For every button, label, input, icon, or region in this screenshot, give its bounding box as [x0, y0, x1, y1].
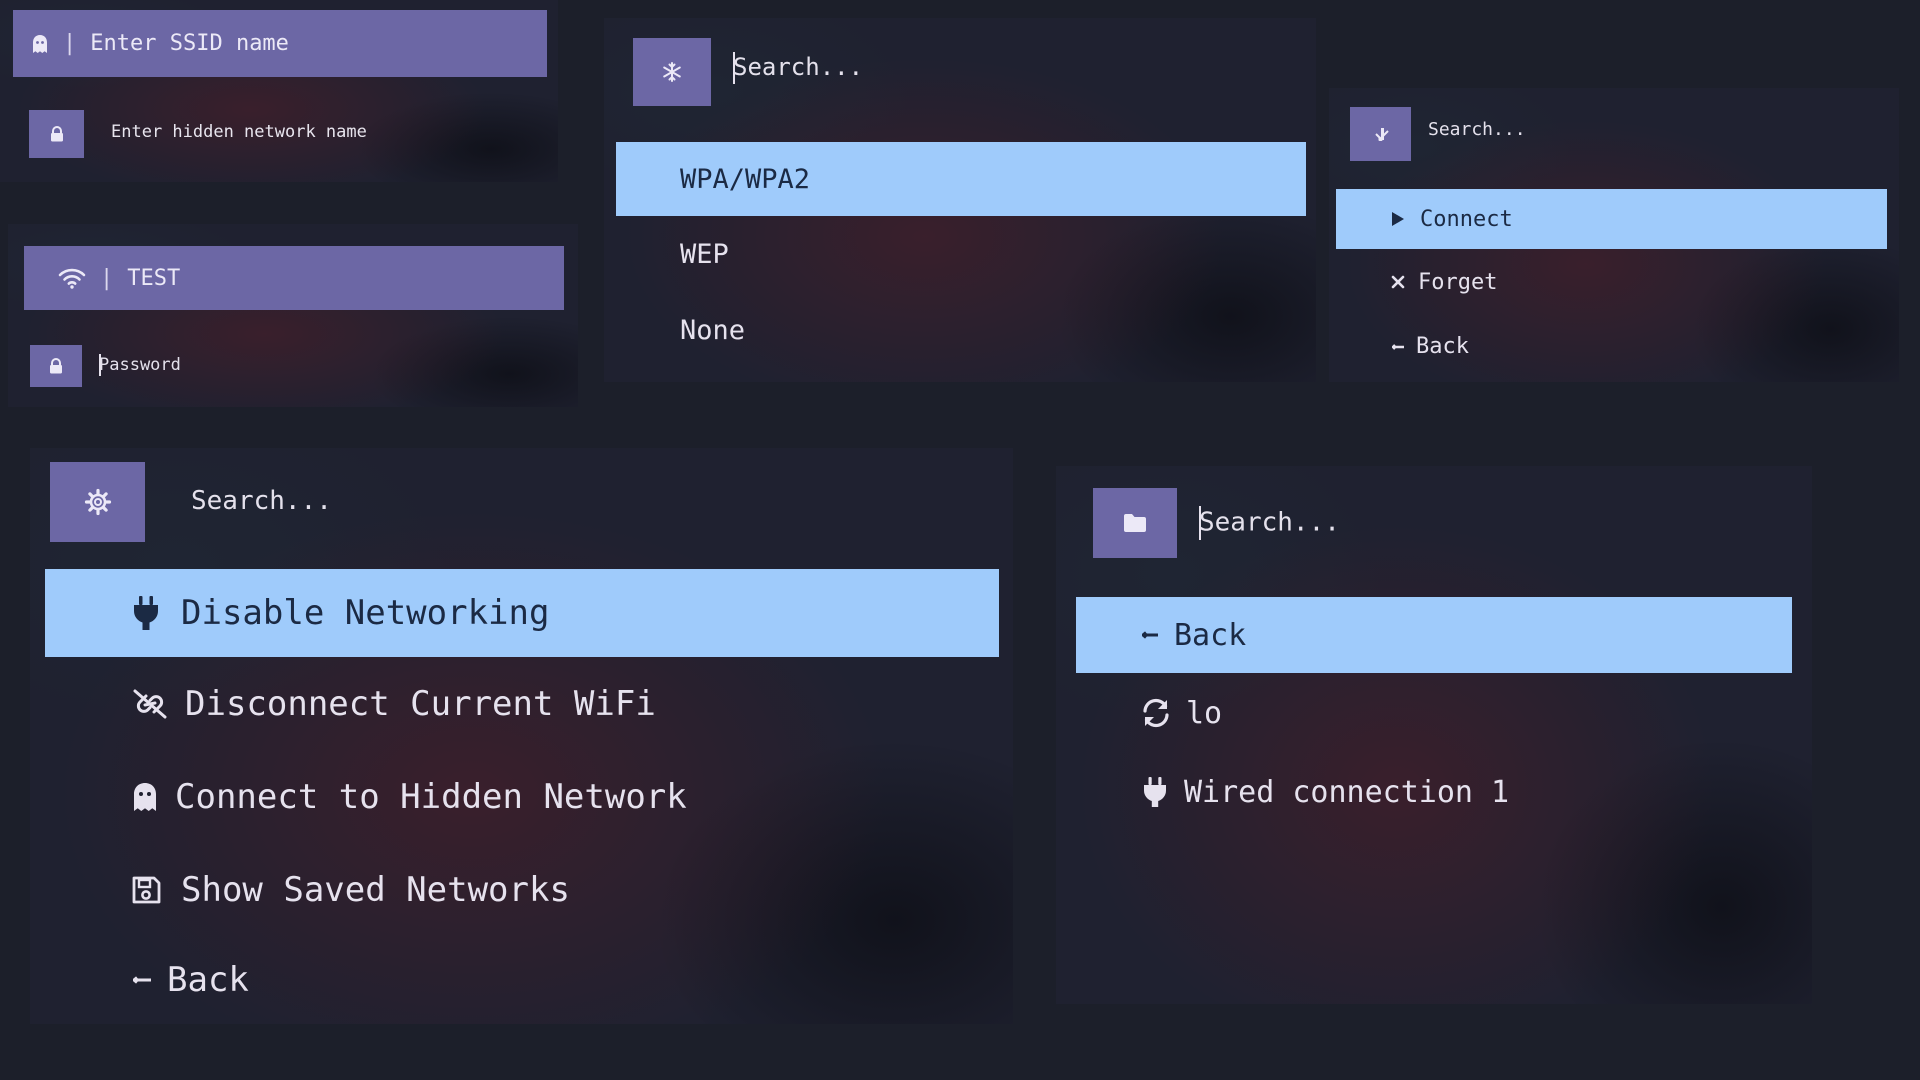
- action-forget[interactable]: Forget: [1336, 249, 1887, 315]
- network-actions-search-icon-box: [1350, 107, 1411, 161]
- play-icon: [1388, 211, 1408, 227]
- plug-icon: [1140, 776, 1170, 808]
- ssid-prompt-header: | Enter SSID name: [13, 10, 547, 77]
- password-placeholder: Password: [99, 355, 181, 375]
- action-back[interactable]: Back: [1336, 315, 1887, 378]
- screen: | Enter SSID name Enter hidden network n…: [0, 0, 1920, 1080]
- snowflake-icon: [661, 61, 683, 83]
- main-search-icon-box: [50, 462, 145, 542]
- menu-item-label: Disconnect Current WiFi: [185, 683, 656, 724]
- connections-search-input[interactable]: Search...: [1199, 506, 1340, 540]
- connection-label: Back: [1174, 617, 1247, 653]
- menu-item-label: Back: [167, 960, 249, 1000]
- password-input-icon-box: [30, 345, 82, 387]
- connection-wired-1[interactable]: Wired connection 1: [1076, 753, 1792, 831]
- security-option-none[interactable]: None: [616, 292, 1306, 368]
- action-label: Back: [1416, 334, 1469, 359]
- header-separator: |: [100, 265, 114, 291]
- network-actions-panel: Search... Connect Forget Back: [1329, 88, 1899, 382]
- security-search-placeholder: Search...: [733, 53, 864, 81]
- menu-item-label: Connect to Hidden Network: [175, 776, 687, 817]
- security-option-label: WEP: [680, 238, 729, 270]
- connection-lo[interactable]: lo: [1076, 673, 1792, 753]
- lock-icon: [50, 126, 64, 142]
- menu-disconnect-wifi[interactable]: Disconnect Current WiFi: [45, 657, 999, 750]
- security-search-input[interactable]: Search...: [733, 52, 863, 84]
- wifi-icon: [58, 267, 86, 289]
- broken-link-icon: [131, 688, 169, 720]
- password-prompt-title: TEST: [127, 265, 181, 291]
- security-option-label: WPA/WPA2: [680, 163, 811, 195]
- connections-search-icon-box: [1093, 488, 1177, 558]
- security-search-icon-box: [633, 38, 711, 106]
- ssid-prompt-title: Enter SSID name: [90, 31, 289, 56]
- security-option-wep[interactable]: WEP: [616, 216, 1306, 292]
- connection-label: lo: [1186, 695, 1223, 731]
- menu-item-label: Show Saved Networks: [181, 869, 570, 910]
- save-icon: [131, 875, 161, 905]
- network-actions-search-input[interactable]: Search...: [1428, 119, 1526, 140]
- main-search-input[interactable]: Search...: [191, 486, 332, 516]
- back-arrow-icon: [131, 976, 153, 984]
- action-connect[interactable]: Connect: [1336, 189, 1887, 249]
- connection-back[interactable]: Back: [1076, 597, 1792, 673]
- signal-icon: [1373, 126, 1389, 142]
- security-menu-panel: Search... WPA/WPA2 WEP None: [604, 18, 1316, 382]
- menu-connect-hidden[interactable]: Connect to Hidden Network: [45, 750, 999, 843]
- password-prompt-header: | TEST: [24, 246, 564, 310]
- back-arrow-icon: [1388, 343, 1408, 350]
- action-label: Connect: [1420, 206, 1513, 232]
- lock-icon: [49, 358, 63, 374]
- ssid-prompt-panel: | Enter SSID name Enter hidden network n…: [0, 0, 558, 182]
- action-label: Forget: [1418, 269, 1498, 295]
- ghost-icon: [131, 782, 159, 812]
- ssid-input-icon-box: [29, 110, 84, 158]
- password-input[interactable]: Password: [99, 354, 181, 376]
- connections-panel: Search... Back lo Wired connection 1: [1056, 466, 1812, 1004]
- menu-back[interactable]: Back: [45, 936, 999, 1024]
- menu-item-label: Disable Networking: [181, 593, 550, 633]
- back-arrow-icon: [1140, 631, 1160, 639]
- refresh-icon: [1140, 697, 1172, 729]
- main-menu-panel: Search... Disable Networking Disconnect …: [30, 448, 1013, 1024]
- plug-icon: [131, 595, 161, 631]
- security-option-label: None: [680, 314, 746, 346]
- folder-icon: [1123, 513, 1147, 533]
- ssid-input[interactable]: Enter hidden network name: [111, 122, 367, 142]
- menu-show-saved[interactable]: Show Saved Networks: [45, 843, 999, 936]
- connections-search-placeholder: Search...: [1199, 507, 1340, 538]
- close-icon: [1388, 275, 1408, 289]
- gear-icon: [84, 488, 112, 516]
- password-prompt-panel: | TEST Password: [8, 224, 578, 407]
- security-option-wpa[interactable]: WPA/WPA2: [616, 142, 1306, 216]
- ghost-icon: [31, 34, 49, 54]
- connection-label: Wired connection 1: [1184, 774, 1510, 810]
- header-separator: |: [63, 31, 77, 56]
- menu-disable-networking[interactable]: Disable Networking: [45, 569, 999, 657]
